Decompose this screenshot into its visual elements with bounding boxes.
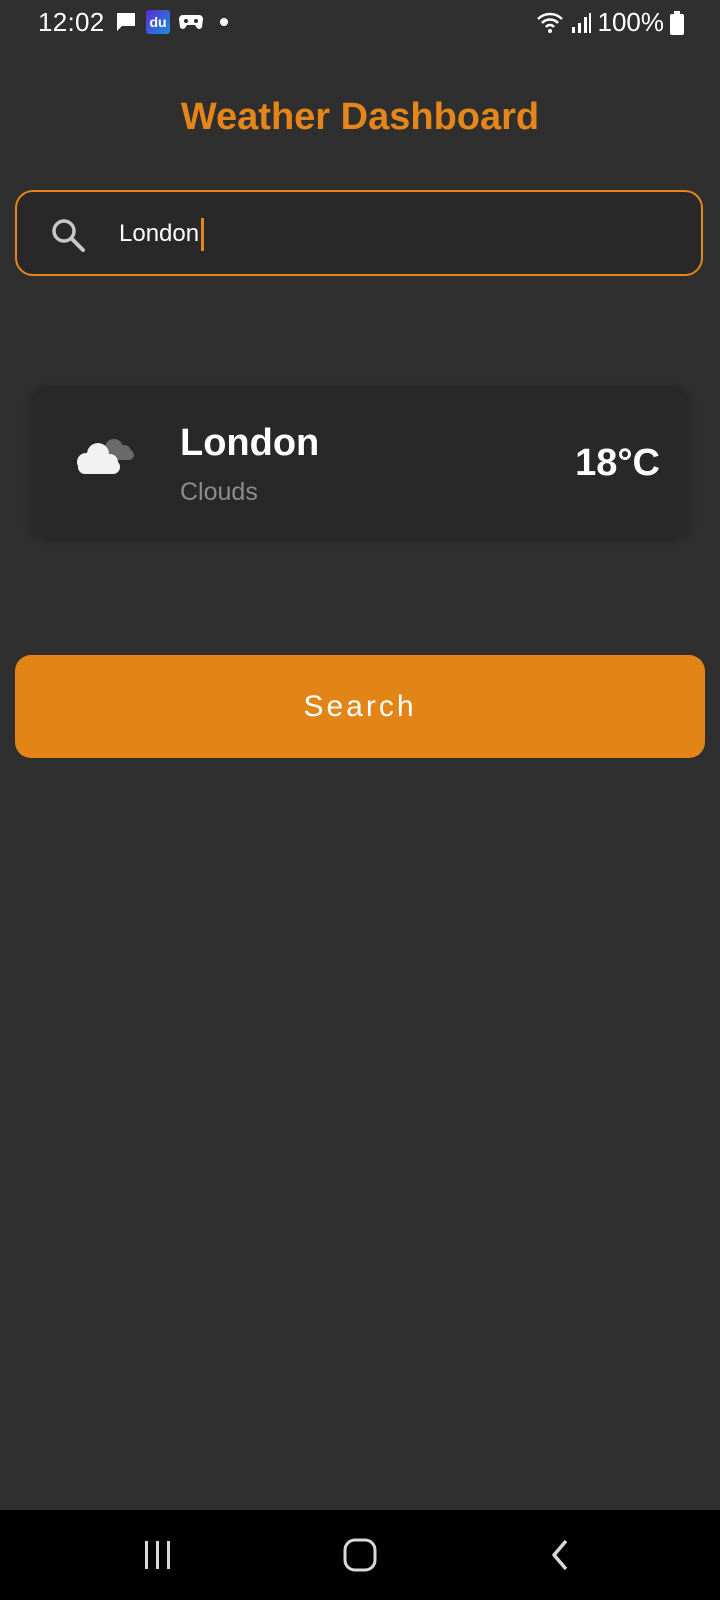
game-controller-icon [179, 15, 203, 29]
du-app-label: du [149, 14, 167, 30]
more-notifications-dot [220, 18, 228, 26]
notification-icons: du [114, 10, 228, 34]
du-app-icon: du [146, 10, 170, 34]
recent-apps-button[interactable] [128, 1530, 188, 1580]
home-icon [343, 1538, 377, 1572]
system-icons: 100% [536, 7, 684, 38]
weather-card[interactable]: London Clouds 18°C [30, 386, 690, 538]
navigation-bar [0, 1510, 720, 1600]
back-button[interactable] [531, 1530, 591, 1580]
home-button[interactable] [330, 1530, 390, 1580]
text-cursor [201, 218, 204, 251]
cloud-icon [77, 439, 134, 474]
weather-condition: Clouds [180, 478, 258, 506]
battery-icon [670, 10, 684, 35]
recent-apps-icon [145, 1541, 170, 1569]
search-field[interactable] [15, 190, 703, 276]
weather-dashboard-screen: 12:02 du 100% Weather Dashboard London L… [0, 0, 720, 1600]
page-title: Weather Dashboard [180, 96, 540, 138]
battery-percent: 100% [597, 7, 665, 37]
search-icon [52, 219, 85, 252]
signal-icon [571, 12, 591, 33]
back-icon [552, 1539, 568, 1571]
city-name: London [180, 422, 320, 464]
status-bar: 12:02 du 100% [0, 0, 720, 46]
temperature: 18°C [575, 442, 660, 484]
message-icon [117, 13, 135, 31]
search-button[interactable]: Search [15, 655, 705, 758]
status-time: 12:02 [38, 7, 105, 37]
wifi-icon [536, 12, 563, 33]
